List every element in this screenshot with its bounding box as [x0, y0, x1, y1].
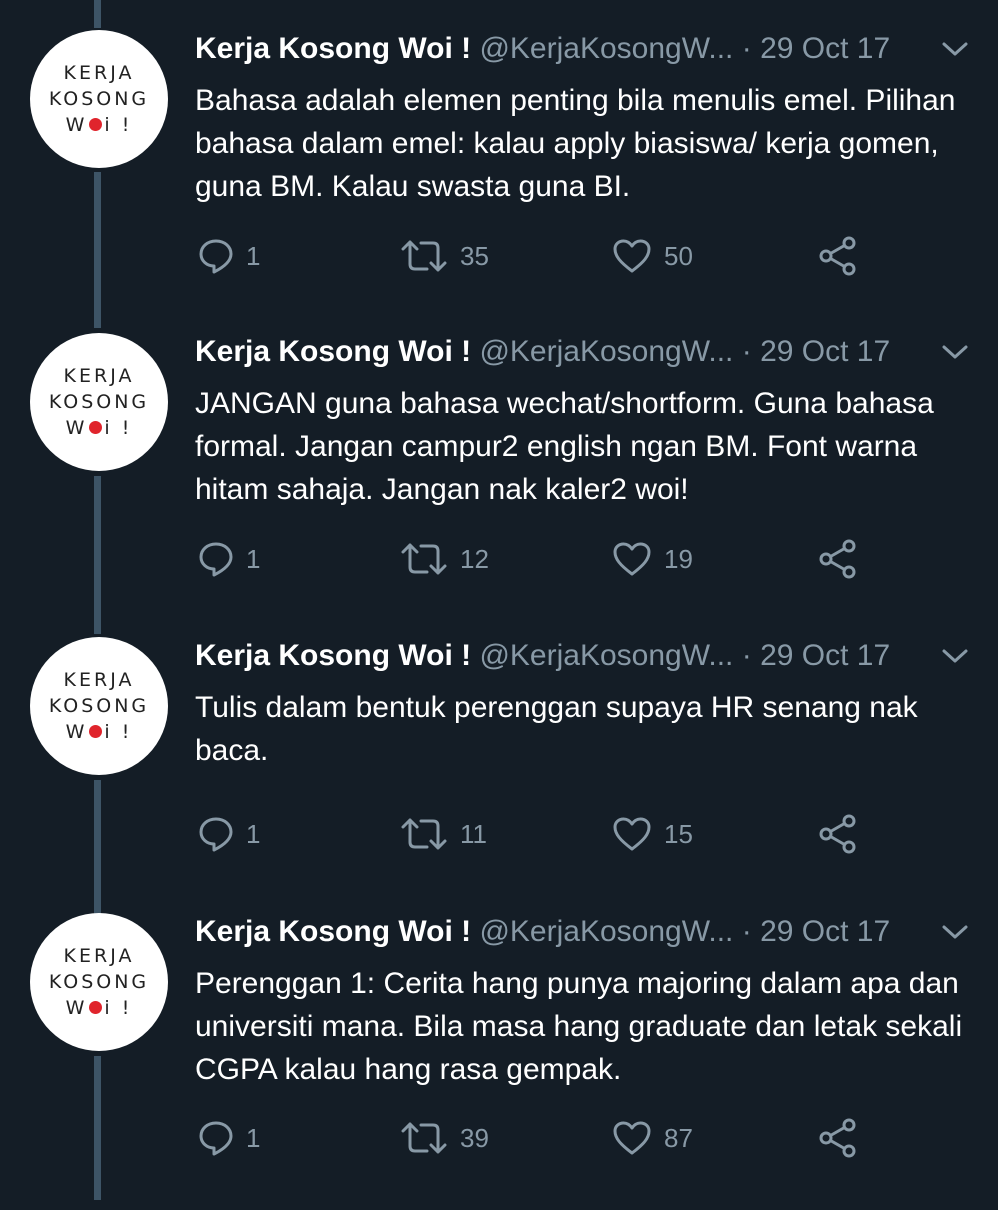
author-handle[interactable]: @KerjaKosongW...	[479, 335, 733, 368]
thread-line	[94, 0, 101, 28]
tweet-text: Bahasa adalah elemen penting bila menuli…	[195, 84, 956, 203]
heart-icon	[613, 1121, 651, 1155]
separator-dot: ·	[741, 639, 752, 672]
tweet[interactable]: KERJA KOSONG Wi ! Kerja Kosong Woi ! @Ke…	[0, 910, 998, 1210]
avatar-logo-line3: Wi !	[65, 721, 133, 743]
retweet-button[interactable]: 11	[400, 814, 487, 854]
retweet-button[interactable]: 39	[400, 1118, 489, 1158]
heart-icon	[613, 817, 651, 851]
tweet[interactable]: KERJA KOSONG Wi ! Kerja Kosong Woi ! @Ke…	[0, 330, 998, 630]
avatar[interactable]: KERJA KOSONG Wi !	[30, 30, 168, 168]
share-icon	[819, 236, 856, 276]
avatar-logo-line2: KOSONG	[48, 391, 150, 413]
heart-icon	[613, 542, 651, 576]
tweet-header: Kerja Kosong Woi ! @KerjaKosongW... · 29…	[195, 910, 890, 954]
avatar-logo-line2: KOSONG	[48, 88, 150, 110]
reply-button[interactable]: 1	[198, 814, 260, 854]
tweet-text: JANGAN guna bahasa wechat/shortform. Gun…	[195, 387, 934, 506]
share-button[interactable]	[818, 236, 858, 276]
reply-button[interactable]: 1	[198, 236, 260, 276]
share-icon	[819, 1118, 856, 1158]
avatar-logo-line2: KOSONG	[48, 695, 150, 717]
like-button[interactable]: 87	[612, 1118, 693, 1158]
avatar-logo-line3: Wi !	[65, 114, 133, 136]
reply-count: 1	[246, 1122, 261, 1153]
retweet-count: 11	[460, 818, 487, 849]
avatar-logo-line1: KERJA	[63, 669, 135, 691]
reply-icon	[199, 817, 233, 852]
tweet-date[interactable]: 29 Oct 17	[760, 32, 890, 65]
red-dot-icon	[89, 725, 103, 738]
author-handle[interactable]: @KerjaKosongW...	[479, 639, 733, 672]
avatar-logo-line1: KERJA	[63, 62, 135, 84]
author-name[interactable]: Kerja Kosong Woi !	[195, 335, 471, 368]
tweet-header: Kerja Kosong Woi ! @KerjaKosongW... · 29…	[195, 634, 890, 678]
share-icon	[819, 814, 856, 854]
avatar[interactable]: KERJA KOSONG Wi !	[30, 637, 168, 775]
separator-dot: ·	[741, 335, 752, 368]
share-button[interactable]	[818, 814, 858, 854]
retweet-button[interactable]: 12	[400, 539, 489, 579]
author-handle[interactable]: @KerjaKosongW...	[479, 32, 733, 65]
tweet-text: Perenggan 1: Cerita hang punya majoring …	[195, 967, 963, 1086]
retweet-button[interactable]: 35	[400, 236, 489, 276]
red-dot-icon	[89, 118, 103, 131]
chevron-down-icon[interactable]	[940, 340, 970, 364]
share-button[interactable]	[818, 1118, 858, 1158]
tweet-date[interactable]: 29 Oct 17	[760, 915, 890, 948]
author-handle[interactable]: @KerjaKosongW...	[479, 915, 733, 948]
retweet-count: 12	[460, 543, 489, 574]
red-dot-icon	[89, 1001, 103, 1014]
tweet-header: Kerja Kosong Woi ! @KerjaKosongW... · 29…	[195, 330, 890, 374]
tweet-header: Kerja Kosong Woi ! @KerjaKosongW... · 29…	[195, 27, 890, 71]
heart-icon	[613, 239, 651, 273]
reply-button[interactable]: 1	[198, 1118, 260, 1158]
avatar-logo-line3: Wi !	[65, 417, 133, 439]
like-button[interactable]: 15	[612, 814, 693, 854]
chevron-down-icon[interactable]	[940, 37, 970, 61]
like-count: 15	[664, 818, 693, 849]
reply-icon	[199, 239, 233, 274]
reply-count: 1	[246, 818, 261, 849]
tweet-date[interactable]: 29 Oct 17	[760, 639, 890, 672]
retweet-icon	[401, 240, 447, 272]
author-name[interactable]: Kerja Kosong Woi !	[195, 639, 471, 672]
reply-icon	[199, 542, 233, 577]
avatar-logo-line3: Wi !	[65, 997, 133, 1019]
avatar[interactable]: KERJA KOSONG Wi !	[30, 333, 168, 471]
tweet[interactable]: KERJA KOSONG Wi ! Kerja Kosong Woi ! @Ke…	[0, 634, 998, 934]
avatar-logo-line2: KOSONG	[48, 971, 150, 993]
like-count: 50	[664, 240, 693, 271]
share-button[interactable]	[818, 539, 858, 579]
reply-count: 1	[246, 240, 261, 271]
retweet-count: 39	[460, 1122, 489, 1153]
chevron-down-icon[interactable]	[940, 920, 970, 944]
avatar[interactable]: KERJA KOSONG Wi !	[30, 913, 168, 1051]
like-count: 87	[664, 1122, 693, 1153]
retweet-icon	[401, 1122, 447, 1154]
chevron-down-icon[interactable]	[940, 644, 970, 668]
tweet-date[interactable]: 29 Oct 17	[760, 335, 890, 368]
separator-dot: ·	[741, 32, 752, 65]
avatar-logo-line1: KERJA	[63, 365, 135, 387]
like-count: 19	[664, 543, 693, 574]
avatar-logo-line1: KERJA	[63, 945, 135, 967]
retweet-count: 35	[460, 240, 489, 271]
separator-dot: ·	[741, 915, 752, 948]
reply-count: 1	[246, 543, 261, 574]
retweet-icon	[401, 818, 447, 850]
red-dot-icon	[89, 421, 103, 434]
author-name[interactable]: Kerja Kosong Woi !	[195, 915, 471, 948]
author-name[interactable]: Kerja Kosong Woi !	[195, 32, 471, 65]
tweet[interactable]: KERJA KOSONG Wi ! Kerja Kosong Woi ! @Ke…	[0, 27, 998, 327]
retweet-icon	[401, 543, 447, 575]
like-button[interactable]: 50	[612, 236, 693, 276]
tweet-text: Tulis dalam bentuk perenggan supaya HR s…	[195, 691, 918, 767]
reply-icon	[199, 1121, 233, 1156]
reply-button[interactable]: 1	[198, 539, 260, 579]
share-icon	[819, 539, 856, 579]
like-button[interactable]: 19	[612, 539, 693, 579]
